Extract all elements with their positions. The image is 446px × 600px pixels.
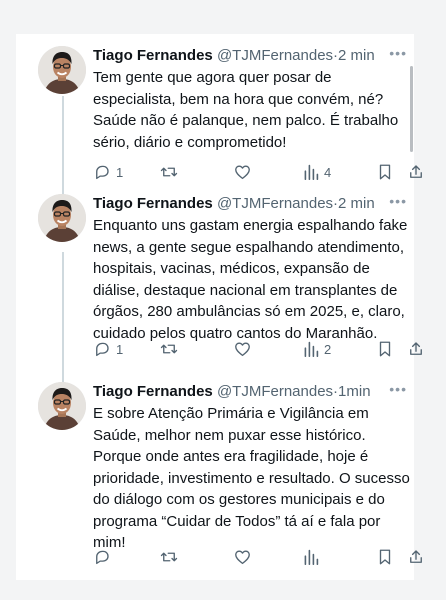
share-button[interactable] [407,548,425,566]
reply-count: 1 [116,164,124,180]
display-name[interactable]: Tiago Fernandes [93,383,213,400]
tweet-text: E sobre Atenção Primária e Vigilância em… [93,405,410,551]
like-button[interactable] [233,163,257,181]
user-handle[interactable]: @TJMFernandes [217,383,333,400]
bookmark-icon [379,341,391,357]
timeline-card: Tiago Fernandes @TJMFernandes·2 min ••• … [16,34,422,580]
retweet-icon [160,552,178,562]
more-icon[interactable]: ••• [389,194,407,208]
bookmark-button[interactable] [377,163,393,181]
views-icon [304,341,319,357]
views-button[interactable]: 2 [303,340,331,358]
user-handle[interactable]: @TJMFernandes [217,47,333,64]
retweet-button[interactable] [159,340,184,358]
tweet-header: Tiago Fernandes @TJMFernandes·2 min ••• [93,194,411,214]
views-button[interactable]: 4 [303,163,331,181]
display-name[interactable]: Tiago Fernandes [93,47,213,64]
tweet[interactable]: Tiago Fernandes @TJMFernandes·2 min ••• … [32,46,422,182]
reply-button[interactable]: 1 [93,163,123,181]
share-icon [410,342,422,355]
more-icon[interactable]: ••• [389,46,407,60]
retweet-button[interactable] [159,548,184,566]
tweet-header: Tiago Fernandes @TJMFernandes·1min ••• [93,382,411,402]
bookmark-icon [379,549,391,565]
tweet-text: Tem gente que agora quer posar de especi… [93,69,399,151]
display-name[interactable]: Tiago Fernandes [93,195,213,212]
reply-button[interactable]: 1 [93,340,123,358]
bookmark-icon [379,164,391,180]
tweet-header: Tiago Fernandes @TJMFernandes·2 min ••• [93,46,411,66]
reply-icon [96,550,109,565]
retweet-icon [160,344,178,354]
bookmark-button[interactable] [377,340,393,358]
retweet-button[interactable] [159,163,184,181]
tweet-time[interactable]: 1min [338,383,371,400]
share-icon [410,550,422,563]
views-icon [304,549,319,565]
views-icon [304,164,319,180]
scrollbar[interactable] [410,66,413,152]
tweet[interactable]: Tiago Fernandes @TJMFernandes·1min ••• E… [32,382,422,568]
retweet-icon [160,167,178,177]
bookmark-button[interactable] [377,548,393,566]
tweet-time[interactable]: 2 min [338,47,375,64]
share-button[interactable] [407,163,425,181]
tweet-time[interactable]: 2 min [338,195,375,212]
tweet-text: Enquanto uns gastam energia espalhando f… [93,217,408,342]
views-count: 2 [324,341,332,357]
avatar[interactable] [38,382,86,430]
reply-button[interactable] [93,548,116,566]
avatar[interactable] [38,194,86,242]
user-handle[interactable]: @TJMFernandes [217,195,333,212]
reply-count: 1 [116,341,124,357]
like-button[interactable] [233,340,257,358]
tweet-actions: 1 2 [93,340,423,360]
tweet-actions: 1 4 [93,163,423,183]
views-button[interactable] [303,548,324,566]
share-button[interactable] [407,340,425,358]
like-button[interactable] [233,548,257,566]
avatar[interactable] [38,46,86,94]
heart-icon [235,342,250,357]
share-icon [410,165,422,178]
tweet-actions [93,548,423,568]
heart-icon [235,165,250,180]
views-count: 4 [324,164,332,180]
heart-icon [235,550,250,565]
reply-icon [96,342,109,357]
more-icon[interactable]: ••• [389,382,407,396]
reply-icon [96,165,109,180]
tweet[interactable]: Tiago Fernandes @TJMFernandes·2 min ••• … [32,194,422,366]
